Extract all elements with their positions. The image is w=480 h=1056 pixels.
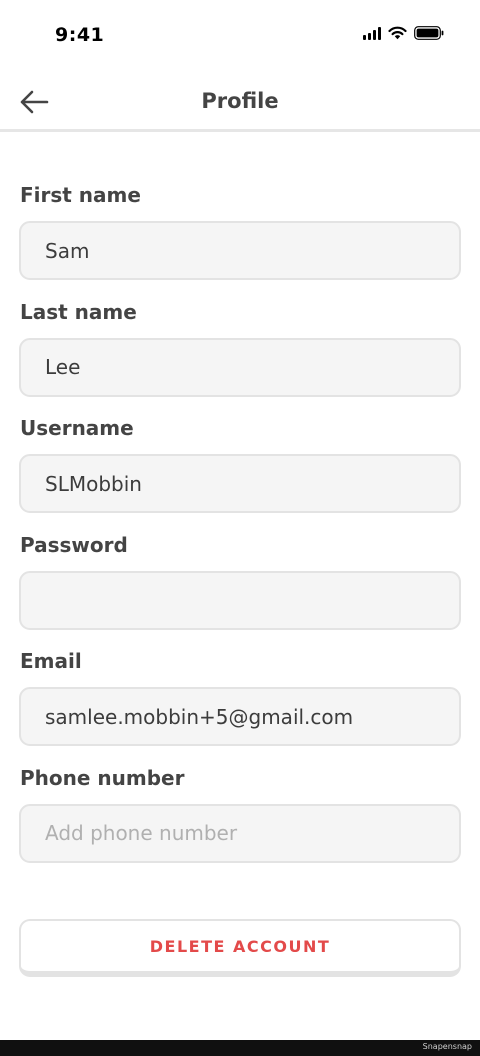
first-name-field: First name xyxy=(19,183,461,300)
profile-form: First name Last name Username Password E… xyxy=(19,183,461,882)
password-input[interactable] xyxy=(19,570,461,630)
footer-bar: Snapensnap xyxy=(0,1040,480,1056)
wifi-icon xyxy=(388,26,407,40)
status-time: 9:41 xyxy=(55,24,105,46)
email-field: Email xyxy=(19,649,461,766)
phone-number-input[interactable] xyxy=(19,803,461,863)
last-name-field: Last name xyxy=(19,300,461,417)
last-name-label: Last name xyxy=(20,299,137,324)
status-icons xyxy=(363,26,444,40)
password-field: Password xyxy=(19,533,461,650)
delete-account-button[interactable]: DELETE ACCOUNT xyxy=(19,919,461,977)
first-name-label: First name xyxy=(20,183,141,207)
status-bar: 9:41 xyxy=(0,0,480,70)
page-title: Profile xyxy=(201,89,279,113)
username-label: Username xyxy=(20,416,134,440)
username-field: Username xyxy=(19,416,461,533)
battery-icon xyxy=(414,26,444,40)
first-name-input[interactable] xyxy=(19,221,461,280)
app-header: Profile xyxy=(0,70,480,132)
last-name-input[interactable] xyxy=(19,337,461,397)
watermark: Snapensnap xyxy=(422,1042,472,1051)
username-input[interactable] xyxy=(19,454,461,513)
cellular-signal-icon xyxy=(363,26,381,40)
email-input[interactable] xyxy=(19,687,461,746)
password-label: Password xyxy=(20,532,128,557)
email-label: Email xyxy=(20,649,82,673)
phone-number-label: Phone number xyxy=(20,765,185,790)
phone-number-field: Phone number xyxy=(19,766,461,883)
